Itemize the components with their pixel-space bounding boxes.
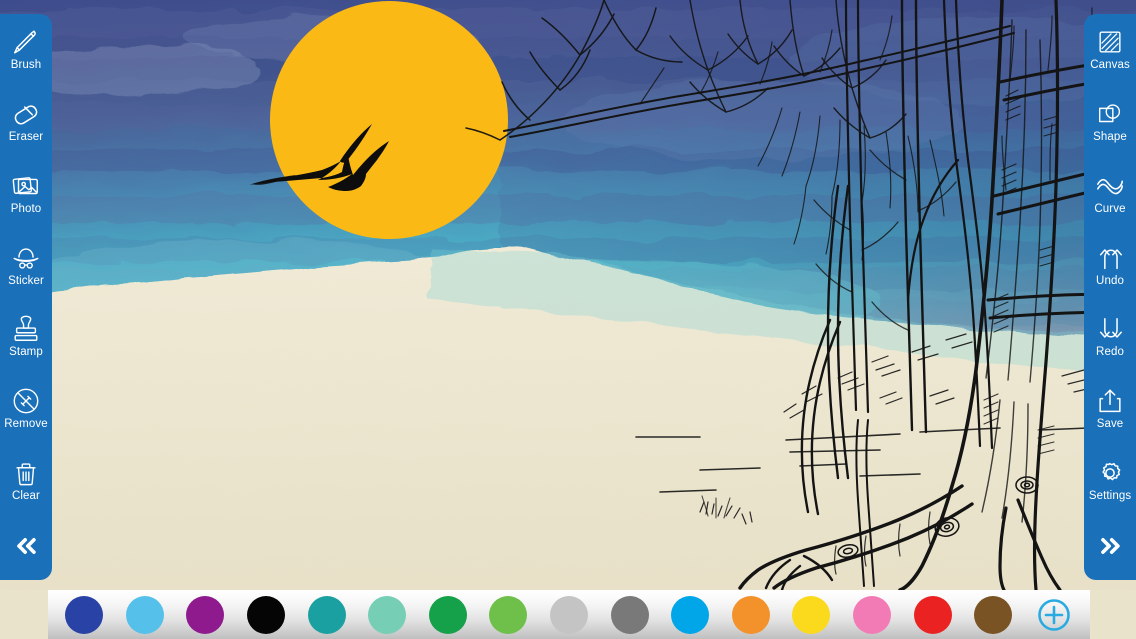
swatch-brown[interactable] <box>963 590 1024 639</box>
remove-icon <box>13 388 39 414</box>
eraser-icon <box>14 105 38 125</box>
swatch-color <box>853 595 892 634</box>
tool-label: Shape <box>1093 131 1127 144</box>
tool-label: Stamp <box>9 346 43 359</box>
redo-icon <box>1099 318 1122 339</box>
share-save-icon <box>1099 389 1121 413</box>
tool-label: Brush <box>10 59 42 72</box>
tool-settings[interactable]: Settings <box>1084 445 1136 517</box>
artwork-winter-tree-scene <box>0 0 1136 590</box>
swatch-purple[interactable] <box>175 590 236 639</box>
swatch-color <box>247 595 286 634</box>
tool-eraser[interactable]: Eraser <box>0 86 52 158</box>
gear-icon <box>1102 462 1121 481</box>
swatch-color <box>913 595 952 634</box>
right-toolbar: Canvas Shape Curve Undo Redo Save Settin… <box>1084 14 1136 580</box>
swatch-teal[interactable] <box>296 590 357 639</box>
tool-remove[interactable]: Remove <box>0 373 52 445</box>
left-toolbar: Brush Eraser Photo Sticker Stamp Remove … <box>0 14 52 580</box>
tool-label: Curve <box>1094 202 1126 215</box>
swatch-color <box>550 595 589 634</box>
swatch-color <box>610 595 649 634</box>
collapse-left-toolbar-button[interactable] <box>0 516 52 576</box>
tool-clear[interactable]: Clear <box>0 445 52 517</box>
swatch-pink[interactable] <box>842 590 903 639</box>
swatch-color <box>731 595 770 634</box>
tool-photo[interactable]: Photo <box>0 158 52 230</box>
swatch-green[interactable] <box>418 590 479 639</box>
swatch-yellow[interactable] <box>781 590 842 639</box>
collapse-right-toolbar-button[interactable] <box>1084 516 1136 576</box>
canvas-icon <box>1099 31 1121 53</box>
swatch-color <box>489 595 528 634</box>
swatch-color <box>65 595 104 634</box>
swatch-color <box>307 595 346 634</box>
photo-icon <box>12 176 38 195</box>
swatch-color <box>368 595 407 634</box>
plus-circle-icon <box>1037 598 1070 631</box>
swatch-light-green[interactable] <box>478 590 539 639</box>
chevron-double-right-icon <box>1101 538 1120 555</box>
color-palette <box>48 590 1090 639</box>
swatch-orange[interactable] <box>721 590 782 639</box>
tool-label: Eraser <box>8 131 44 144</box>
tool-label: Undo <box>1096 274 1124 287</box>
tool-label: Redo <box>1096 346 1124 359</box>
swatch-color <box>974 595 1013 634</box>
swatch-color <box>792 595 831 634</box>
swatch-cyan-blue[interactable] <box>660 590 721 639</box>
tool-label: Clear <box>12 489 40 502</box>
tool-label: Canvas <box>1090 59 1130 72</box>
add-color-button[interactable] <box>1024 590 1085 639</box>
drawing-app-root: Brush Eraser Photo Sticker Stamp Remove … <box>0 0 1136 639</box>
tool-stamp[interactable]: Stamp <box>0 301 52 373</box>
tool-shape[interactable]: Shape <box>1084 86 1136 158</box>
stamp-icon <box>14 316 38 342</box>
tool-label: Photo <box>10 202 42 215</box>
swatch-mint-green[interactable] <box>357 590 418 639</box>
drawing-canvas[interactable] <box>0 0 1136 590</box>
tool-undo[interactable]: Undo <box>1084 229 1136 301</box>
swatch-black[interactable] <box>236 590 297 639</box>
swatch-color <box>671 595 710 634</box>
tool-brush[interactable]: Brush <box>0 14 52 86</box>
tool-label: Settings <box>1088 489 1132 502</box>
swatch-navy-blue[interactable] <box>54 590 115 639</box>
trash-icon <box>16 463 36 486</box>
tool-redo[interactable]: Redo <box>1084 301 1136 373</box>
swatch-sky-blue[interactable] <box>115 590 176 639</box>
swatch-color <box>428 595 467 634</box>
brush-icon <box>14 30 36 54</box>
swatch-color <box>186 595 225 634</box>
sticker-icon <box>13 248 39 269</box>
swatch-gray[interactable] <box>599 590 660 639</box>
tool-label: Remove <box>4 418 48 431</box>
swatch-light-gray[interactable] <box>539 590 600 639</box>
curve-icon <box>1097 178 1123 195</box>
tool-label: Save <box>1096 418 1124 431</box>
shape-icon <box>1098 104 1121 123</box>
swatch-red[interactable] <box>902 590 963 639</box>
tool-curve[interactable]: Curve <box>1084 158 1136 230</box>
swatch-color <box>125 595 164 634</box>
sun <box>270 1 508 239</box>
undo-icon <box>1099 248 1122 269</box>
tool-canvas[interactable]: Canvas <box>1084 14 1136 86</box>
tool-sticker[interactable]: Sticker <box>0 229 52 301</box>
tool-label: Sticker <box>8 274 44 287</box>
tool-save[interactable]: Save <box>1084 373 1136 445</box>
chevron-double-left-icon <box>17 538 36 555</box>
